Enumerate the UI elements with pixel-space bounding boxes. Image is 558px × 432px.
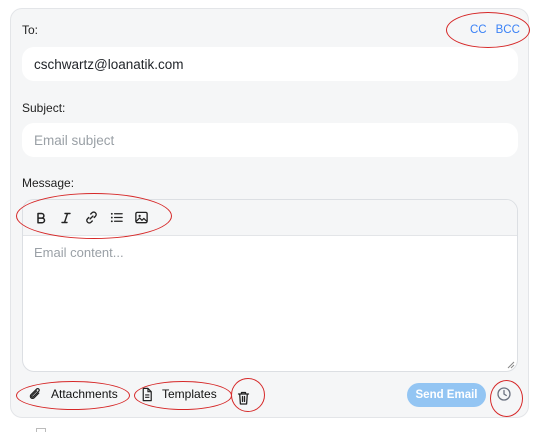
cc-bcc-group: CC BCC: [470, 24, 520, 36]
list-icon[interactable]: [106, 208, 126, 228]
to-label: To:: [22, 23, 39, 37]
send-email-button[interactable]: Send Email: [407, 383, 486, 407]
document-icon: [142, 387, 152, 401]
to-value: cschwartz@loanatik.com: [34, 56, 184, 72]
templates-label: Templates: [162, 387, 217, 401]
message-editor: Email content...: [22, 199, 518, 372]
bcc-button[interactable]: BCC: [496, 24, 520, 36]
attachments-button[interactable]: Attachments: [28, 382, 118, 406]
message-textarea[interactable]: Email content...: [23, 237, 517, 371]
resize-handle[interactable]: [506, 360, 515, 369]
trash-icon: [237, 391, 250, 405]
delete-button[interactable]: [236, 386, 251, 410]
subject-label: Subject:: [22, 101, 66, 115]
bold-icon[interactable]: [31, 208, 51, 228]
templates-button[interactable]: Templates: [140, 382, 217, 406]
formatting-toolbar: [23, 200, 517, 236]
clock-icon: [497, 387, 511, 401]
cc-button[interactable]: CC: [470, 24, 487, 36]
to-field[interactable]: cschwartz@loanatik.com: [22, 47, 518, 81]
image-icon[interactable]: [131, 208, 151, 228]
paperclip-icon: [29, 387, 40, 399]
subject-input[interactable]: [34, 132, 518, 148]
schedule-button[interactable]: [496, 386, 512, 407]
link-icon[interactable]: [81, 208, 101, 228]
edge-fragment: [36, 428, 46, 432]
attachments-label: Attachments: [51, 387, 118, 401]
message-label: Message:: [22, 176, 75, 190]
italic-icon[interactable]: [56, 208, 76, 228]
subject-field[interactable]: [22, 123, 518, 157]
